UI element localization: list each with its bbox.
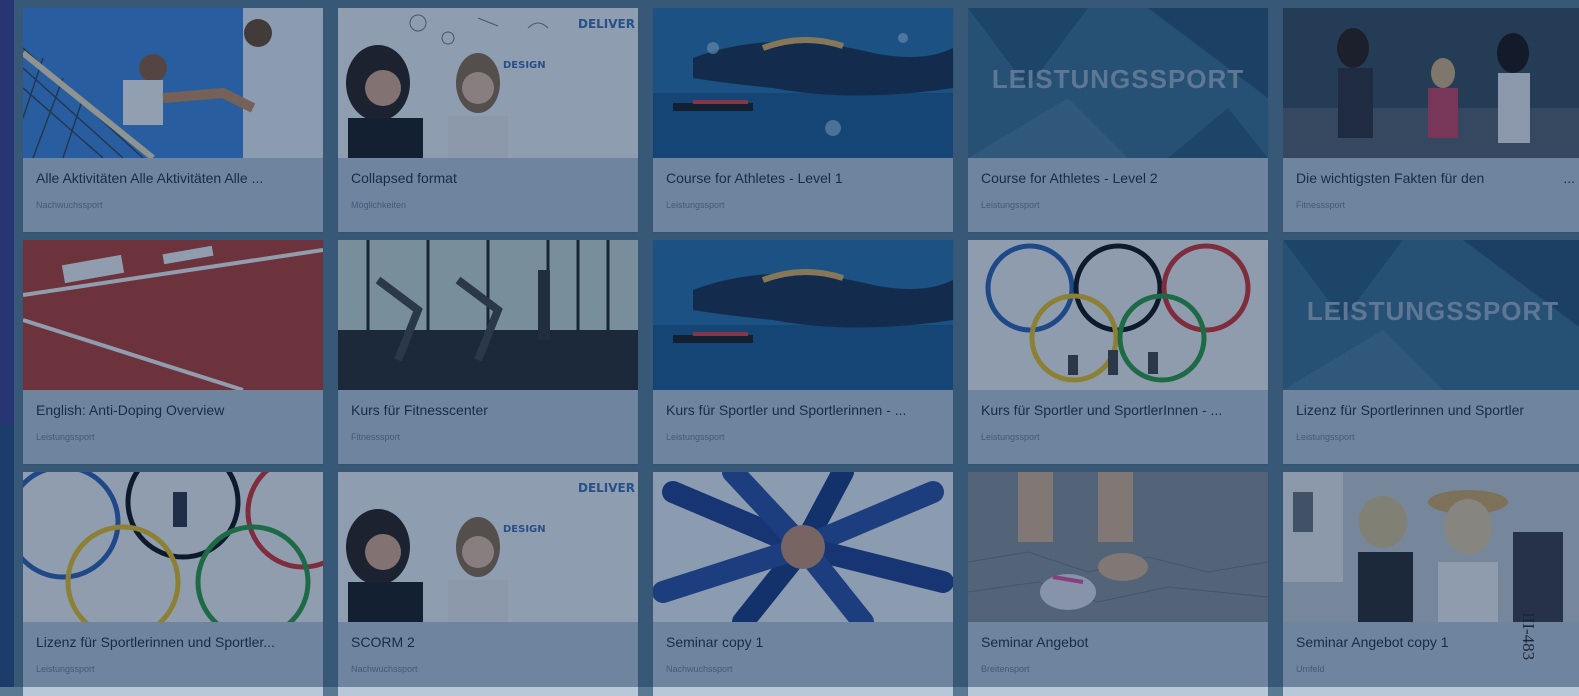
course-thumbnail [968, 472, 1268, 622]
course-category: Leistungssport [981, 432, 1040, 442]
course-title: Lizenz für Sportlerinnen und Sportler [1296, 402, 1525, 418]
course-card[interactable]: Seminar Angebot copy 1 Umfeld [1283, 472, 1579, 696]
course-title: Lizenz für Sportlerinnen und Sportler... [36, 634, 275, 650]
course-card[interactable]: Die wichtigsten Fakten für den ... Fitne… [1283, 8, 1579, 232]
thumbnail-text: LEISTUNGSSPORT [991, 64, 1245, 94]
course-category: Nachwuchssport [36, 200, 103, 210]
course-card[interactable]: LEISTUNGSSPORT Lizenz für Sportlerinnen … [1283, 240, 1579, 464]
course-title: English: Anti-Doping Overview [36, 402, 225, 418]
sidebar-accent [0, 0, 14, 425]
course-category: Leistungssport [666, 200, 725, 210]
course-category: Leistungssport [36, 664, 95, 674]
course-thumbnail [1283, 8, 1579, 158]
course-title: Course for Athletes - Level 2 [981, 170, 1158, 186]
course-category: Leistungssport [1296, 432, 1355, 442]
course-thumbnail [653, 8, 953, 158]
svg-text:DESIGN: DESIGN [503, 524, 546, 535]
course-thumbnail [23, 240, 323, 390]
course-category: Breitensport [981, 664, 1030, 674]
svg-text:DELIVER !: DELIVER ! [578, 17, 638, 31]
course-thumbnail: LEISTUNGSSPORT [1283, 240, 1579, 390]
course-title: Kurs für Sportler und Sportlerinnen - ..… [666, 402, 907, 418]
course-title: Die wichtigsten Fakten für den [1296, 170, 1485, 186]
course-card[interactable]: Lizenz für Sportlerinnen und Sportler...… [23, 472, 323, 696]
course-category: Leistungssport [666, 432, 725, 442]
course-category: Möglichkeiten [351, 200, 407, 210]
course-card[interactable]: LEISTUNGSSPORT Course for Athletes - Lev… [968, 8, 1268, 232]
thumbnail-text: LEISTUNGSSPORT [1306, 296, 1560, 326]
course-thumbnail [968, 240, 1268, 390]
course-thumbnail [653, 472, 953, 622]
course-title: Collapsed format [351, 170, 457, 186]
course-category: Fitnesssport [351, 432, 401, 442]
svg-text:DELIVER !: DELIVER ! [578, 481, 638, 495]
course-category: Leistungssport [981, 200, 1040, 210]
course-title: Course for Athletes - Level 1 [666, 170, 843, 186]
course-thumbnail: LEISTUNGSSPORT [968, 8, 1268, 158]
course-category: Nachwuchssport [666, 664, 733, 674]
svg-text:DESIGN: DESIGN [503, 60, 546, 71]
course-category: Fitnesssport [1296, 200, 1346, 210]
course-card[interactable]: Seminar copy 1 Nachwuchssport [653, 472, 953, 696]
course-category: Nachwuchssport [351, 664, 418, 674]
course-card[interactable]: Kurs für Fitnesscenter Fitnesssport [338, 240, 638, 464]
course-thumbnail [338, 240, 638, 390]
course-card[interactable]: DELIVER ! DESIGN Collapsed format Möglic… [338, 8, 638, 232]
course-title: Seminar Angebot [981, 634, 1089, 650]
course-card[interactable]: English: Anti-Doping Overview Leistungss… [23, 240, 323, 464]
course-title: Kurs für Sportler und SportlerInnen - ..… [981, 402, 1223, 418]
course-title: Alle Aktivitäten Alle Aktivitäten Alle .… [36, 170, 264, 186]
more-icon[interactable]: ... [1563, 170, 1575, 186]
course-grid: Alle Aktivitäten Alle Aktivitäten Alle .… [14, 0, 1579, 696]
course-card[interactable]: Seminar Angebot Breitensport [968, 472, 1268, 696]
course-title: Seminar copy 1 [666, 634, 764, 650]
course-card[interactable]: Kurs für Sportler und SportlerInnen - ..… [968, 240, 1268, 464]
course-category: Umfeld [1296, 664, 1325, 674]
left-sidebar-strip [0, 0, 14, 687]
course-thumbnail [23, 472, 323, 622]
course-thumbnail: DELIVER ! DESIGN [338, 472, 638, 622]
course-card[interactable]: Kurs für Sportler und Sportlerinnen - ..… [653, 240, 953, 464]
course-title: SCORM 2 [351, 634, 415, 650]
course-title: Kurs für Fitnesscenter [351, 402, 488, 418]
course-card[interactable]: DELIVER ! DESIGN SCORM 2 Nachwuchssport [338, 472, 638, 696]
course-thumbnail [23, 8, 323, 158]
course-card[interactable]: Course for Athletes - Level 1 Leistungss… [653, 8, 953, 232]
course-category: Leistungssport [36, 432, 95, 442]
side-label: III-483 [1519, 612, 1538, 661]
course-thumbnail: DELIVER ! DESIGN [338, 8, 638, 158]
course-thumbnail [653, 240, 953, 390]
course-thumbnail [1283, 472, 1579, 622]
course-card[interactable]: Alle Aktivitäten Alle Aktivitäten Alle .… [23, 8, 323, 232]
